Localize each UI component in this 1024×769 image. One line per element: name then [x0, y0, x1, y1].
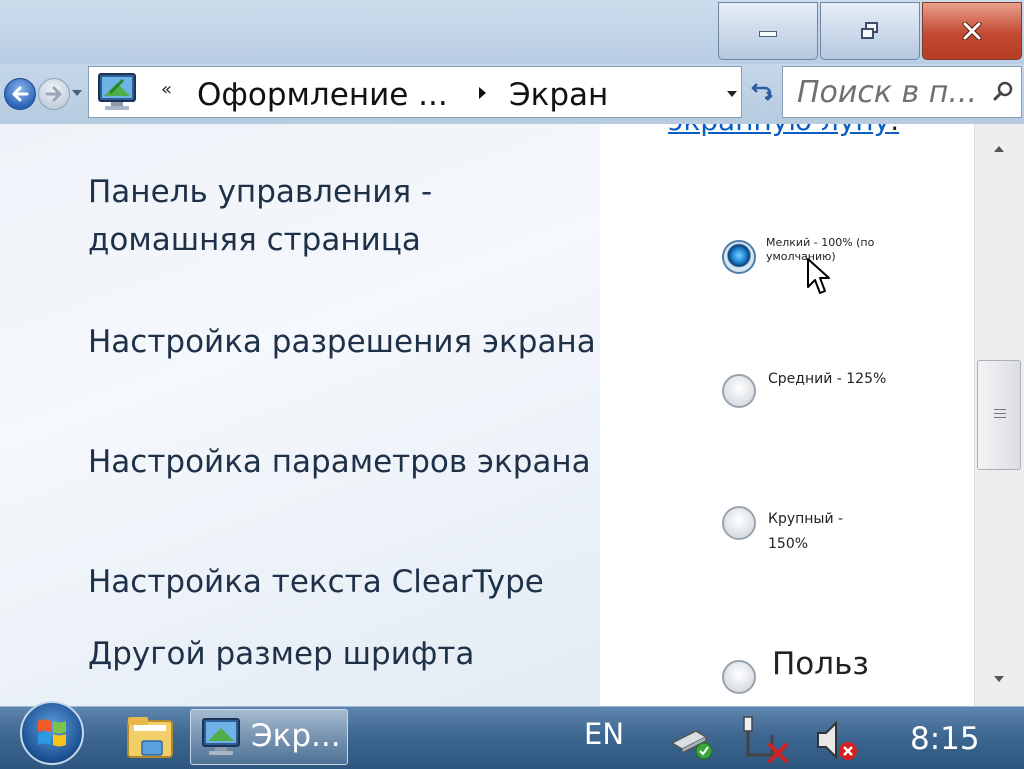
- task-pane: Панель управления - домашняя страница На…: [0, 124, 600, 706]
- scroll-up-icon[interactable]: [994, 146, 1004, 152]
- refresh-button[interactable]: [744, 66, 780, 118]
- size-large-label[interactable]: Крупный - 150%: [768, 507, 868, 557]
- magnifier-link-suffix: .: [890, 124, 899, 137]
- breadcrumb-appearance[interactable]: Оформление ...: [197, 77, 448, 113]
- restore-icon: [861, 22, 878, 39]
- display-settings-link[interactable]: Настройка параметров экрана: [88, 438, 591, 486]
- start-button[interactable]: [20, 701, 84, 765]
- network-disconnected-icon[interactable]: [742, 715, 792, 765]
- search-icon[interactable]: [993, 81, 1013, 101]
- language-indicator[interactable]: EN: [584, 717, 624, 751]
- breadcrumb-overflow[interactable]: «: [161, 79, 172, 100]
- breadcrumb-separator-icon[interactable]: [479, 87, 486, 99]
- magnifier-link[interactable]: экранную лупу.: [668, 124, 899, 137]
- minimize-icon: [759, 31, 777, 37]
- minimize-button[interactable]: [718, 2, 818, 60]
- forward-button[interactable]: [38, 78, 70, 110]
- refresh-icon: [751, 83, 773, 101]
- forward-arrow-icon: [45, 86, 62, 102]
- mouse-cursor-icon: [807, 258, 830, 294]
- back-arrow-icon: [12, 86, 29, 102]
- title-bar: [0, 0, 1024, 64]
- display-icon: [98, 73, 136, 110]
- size-medium-label[interactable]: Средний - 125%: [768, 367, 886, 392]
- volume-muted-icon[interactable]: [814, 717, 862, 765]
- size-large-radio[interactable]: [722, 506, 756, 540]
- restore-button[interactable]: [820, 2, 920, 60]
- custom-font-size-link[interactable]: Другой размер шрифта: [88, 630, 474, 678]
- close-button[interactable]: [922, 2, 1022, 60]
- cleartype-link[interactable]: Настройка текста ClearType: [88, 558, 544, 606]
- taskbar-display-window[interactable]: Экр...: [190, 709, 348, 765]
- screen-resolution-link[interactable]: Настройка разрешения экрана: [88, 318, 596, 366]
- taskbar-window-label: Экр...: [251, 718, 341, 754]
- size-medium-radio[interactable]: [722, 374, 756, 408]
- display-icon: [202, 718, 240, 755]
- scroll-down-icon[interactable]: [994, 676, 1004, 682]
- search-input[interactable]: [797, 73, 983, 111]
- vertical-scrollbar[interactable]: [974, 124, 1024, 706]
- recent-pages-dropdown[interactable]: [72, 90, 82, 96]
- back-button[interactable]: [4, 78, 36, 110]
- size-custom-label[interactable]: Польз: [772, 649, 869, 680]
- taskbar: Экр... EN 8:15: [0, 701, 1024, 769]
- clock[interactable]: 8:15: [910, 721, 980, 757]
- main-content: экранную лупу. Мелкий - 100% (по умолчан…: [600, 124, 974, 706]
- address-history-dropdown[interactable]: [727, 91, 737, 97]
- scroll-thumb[interactable]: [977, 360, 1021, 470]
- control-panel-home-link[interactable]: Панель управления - домашняя страница: [88, 168, 600, 264]
- grip-icon: [994, 409, 1006, 421]
- search-box[interactable]: [782, 66, 1022, 118]
- explorer-icon[interactable]: [124, 711, 176, 765]
- close-icon: [962, 22, 982, 40]
- magnifier-link-text[interactable]: экранную лупу: [668, 124, 890, 137]
- breadcrumb-display[interactable]: Экран: [509, 77, 608, 113]
- navigation-bar: « Оформление ... Экран: [0, 64, 1024, 124]
- size-small-radio[interactable]: [722, 240, 756, 274]
- address-bar[interactable]: « Оформление ... Экран: [88, 66, 742, 118]
- size-custom-radio[interactable]: [722, 660, 756, 694]
- usb-device-icon[interactable]: [666, 721, 718, 761]
- windows-logo-icon: [38, 719, 66, 747]
